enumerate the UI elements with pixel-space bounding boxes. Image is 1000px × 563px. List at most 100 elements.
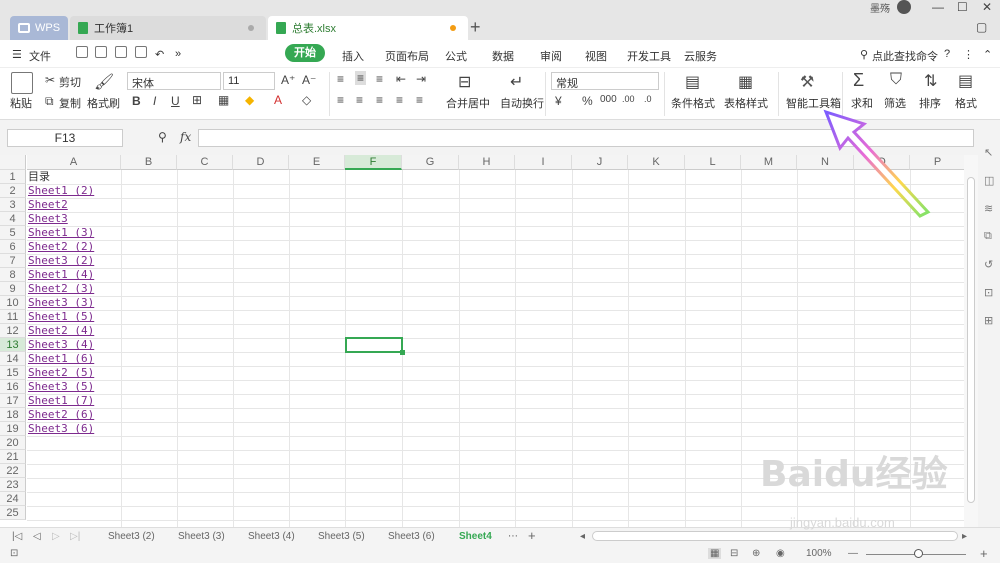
- avatar[interactable]: [897, 0, 911, 14]
- row-header-12[interactable]: 12: [0, 324, 26, 338]
- underline-icon[interactable]: U: [171, 94, 180, 108]
- clear-icon[interactable]: ◇: [302, 93, 311, 107]
- merge-center-button[interactable]: 合并居中: [446, 95, 490, 111]
- fill-pattern-icon[interactable]: ▦: [218, 93, 229, 107]
- active-cell-F13[interactable]: [345, 337, 403, 353]
- cell-hyperlink[interactable]: Sheet3 (2): [27, 254, 121, 268]
- cell-hyperlink[interactable]: Sheet2 (5): [27, 366, 121, 380]
- new-tab-button[interactable]: +: [470, 17, 481, 38]
- tab-cloud-service[interactable]: 云服务: [684, 48, 717, 64]
- template-icon[interactable]: ⧉: [984, 230, 992, 243]
- align-top-icon[interactable]: ≡: [337, 72, 344, 86]
- paste-button[interactable]: 粘贴: [10, 95, 32, 111]
- cell-hyperlink[interactable]: Sheet2 (3): [27, 282, 121, 296]
- align-left-icon[interactable]: ≡: [337, 93, 344, 107]
- cell-hyperlink[interactable]: Sheet1 (3): [27, 226, 121, 240]
- add-sheet-button[interactable]: +: [528, 528, 536, 543]
- row-header-17[interactable]: 17: [0, 394, 26, 408]
- row-header-10[interactable]: 10: [0, 296, 26, 310]
- page-break-view-icon[interactable]: ⊟: [730, 548, 738, 559]
- name-box[interactable]: F13: [7, 129, 123, 147]
- open-folder-icon[interactable]: [76, 46, 88, 58]
- row-header-11[interactable]: 11: [0, 310, 26, 324]
- row-header-1[interactable]: 1: [0, 170, 26, 184]
- row-header-14[interactable]: 14: [0, 352, 26, 366]
- zoom-find-icon[interactable]: ⚲: [158, 130, 167, 144]
- sheet-tab[interactable]: Sheet3 (5): [318, 531, 365, 542]
- align-bottom-icon[interactable]: ≡: [376, 72, 383, 86]
- apps-icon[interactable]: ⊞: [984, 314, 993, 327]
- format-painter-button[interactable]: 格式刷: [87, 95, 120, 111]
- font-color-icon[interactable]: A: [274, 93, 282, 107]
- cell-hyperlink[interactable]: Sheet1 (2): [27, 184, 121, 198]
- undo-icon[interactable]: ↶: [155, 48, 164, 61]
- close-icon[interactable]: ✕: [982, 0, 992, 14]
- cell-hyperlink[interactable]: Sheet2 (6): [27, 408, 121, 422]
- cell-hyperlink[interactable]: Sheet1 (4): [27, 268, 121, 282]
- row-header-9[interactable]: 9: [0, 282, 26, 296]
- tab-review[interactable]: 审阅: [540, 48, 562, 64]
- justify-icon[interactable]: ≡: [396, 93, 403, 107]
- distribute-icon[interactable]: ≡: [416, 93, 423, 107]
- column-header-H[interactable]: H: [459, 155, 515, 170]
- font-size-select[interactable]: 11: [223, 72, 275, 90]
- row-header-8[interactable]: 8: [0, 268, 26, 282]
- row-header-22[interactable]: 22: [0, 464, 26, 478]
- row-header-13[interactable]: 13: [0, 338, 26, 352]
- select-tool-icon[interactable]: ↖: [984, 146, 993, 159]
- tab-data[interactable]: 数据: [492, 48, 514, 64]
- increase-decimal-icon[interactable]: .00: [622, 94, 635, 104]
- cell-hyperlink[interactable]: Sheet3 (4): [27, 338, 121, 352]
- page-layout-view-icon[interactable]: ⊕: [752, 548, 760, 559]
- column-header-I[interactable]: I: [515, 155, 572, 170]
- row-header-21[interactable]: 21: [0, 450, 26, 464]
- tab-insert[interactable]: 插入: [342, 48, 364, 64]
- percent-icon[interactable]: %: [582, 94, 593, 108]
- column-header-D[interactable]: D: [233, 155, 289, 170]
- print-icon[interactable]: [115, 46, 127, 58]
- align-right-icon[interactable]: ≡: [376, 93, 383, 107]
- row-header-6[interactable]: 6: [0, 240, 26, 254]
- indent-right-icon[interactable]: ⇥: [416, 72, 426, 86]
- number-format-select[interactable]: 常规: [551, 72, 659, 90]
- column-header-F[interactable]: F: [345, 155, 402, 170]
- italic-icon[interactable]: I: [153, 94, 156, 108]
- select-all-corner[interactable]: [0, 155, 26, 170]
- increase-font-icon[interactable]: A⁺: [281, 73, 295, 87]
- column-header-K[interactable]: K: [628, 155, 685, 170]
- indent-left-icon[interactable]: ⇤: [396, 72, 406, 86]
- column-header-A[interactable]: A: [27, 155, 121, 170]
- tab-page-layout[interactable]: 页面布局: [385, 48, 429, 64]
- zoom-out-icon[interactable]: —: [848, 548, 858, 559]
- fill-handle[interactable]: [400, 350, 405, 355]
- tab-wps[interactable]: WPS: [10, 16, 68, 40]
- cell-hyperlink[interactable]: Sheet2 (4): [27, 324, 121, 338]
- copy-button[interactable]: 复制: [59, 95, 81, 111]
- shape-icon[interactable]: ◫: [984, 174, 994, 187]
- last-sheet-icon[interactable]: ▷|: [70, 531, 80, 542]
- column-header-G[interactable]: G: [402, 155, 459, 170]
- command-search[interactable]: 点此查找命令: [872, 48, 938, 64]
- row-header-7[interactable]: 7: [0, 254, 26, 268]
- wrap-text-button[interactable]: 自动换行: [500, 95, 544, 111]
- column-header-L[interactable]: L: [685, 155, 741, 170]
- align-middle-icon[interactable]: ≡: [355, 71, 367, 85]
- menu-file[interactable]: 文件: [29, 48, 51, 64]
- decrease-decimal-icon[interactable]: .0: [644, 94, 652, 104]
- next-sheet-icon[interactable]: ▷: [52, 531, 60, 542]
- align-center-icon[interactable]: ≡: [356, 93, 363, 107]
- font-select[interactable]: 宋体: [127, 72, 221, 90]
- help-icon[interactable]: ?: [944, 48, 950, 60]
- tab-developer[interactable]: 开发工具: [627, 48, 671, 64]
- cell-hyperlink[interactable]: Sheet1 (6): [27, 352, 121, 366]
- save-icon[interactable]: [95, 46, 107, 58]
- tab-view[interactable]: 视图: [585, 48, 607, 64]
- row-header-4[interactable]: 4: [0, 212, 26, 226]
- column-header-J[interactable]: J: [572, 155, 628, 170]
- currency-icon[interactable]: ¥: [555, 94, 562, 108]
- sheet-tab[interactable]: Sheet3 (6): [388, 531, 435, 542]
- cell-hyperlink[interactable]: Sheet2: [27, 198, 121, 212]
- cell-catalog-title[interactable]: 目录: [27, 170, 121, 184]
- sheet-tab[interactable]: Sheet3 (3): [178, 531, 225, 542]
- zoom-slider-knob[interactable]: [914, 549, 923, 558]
